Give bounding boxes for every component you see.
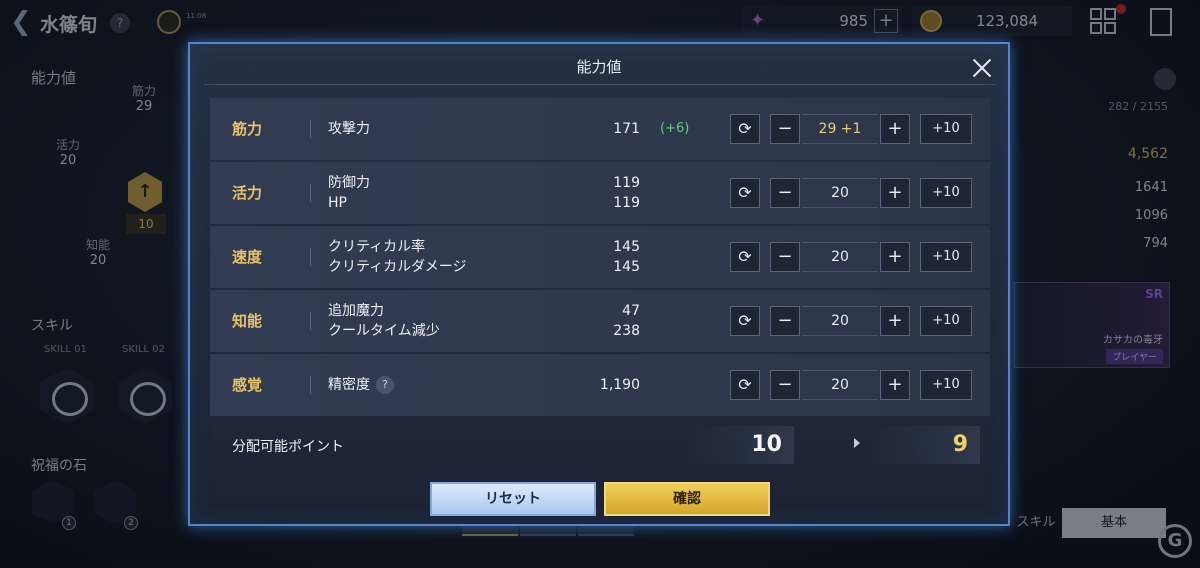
attribute-values: 119 119 xyxy=(613,175,640,211)
allocated-points: 29 +1 xyxy=(802,114,878,144)
attribute-values: 171 xyxy=(613,121,640,137)
divider xyxy=(310,312,311,330)
stat-name: 感覚 xyxy=(232,376,263,394)
increase-10-button[interactable]: +10 xyxy=(920,114,972,144)
divider xyxy=(310,184,311,202)
stat-row-vitality: 活力 防御力 HP 119 119 ⟳ − 20 + +10 xyxy=(210,162,990,224)
divider xyxy=(310,120,311,138)
increase-10-button[interactable]: +10 xyxy=(920,370,972,400)
ability-modal: 能力値 筋力 攻撃力 171 (+6) ⟳ − 29 +1 + +10 活力 防… xyxy=(188,42,1010,526)
points-label: 分配可能ポイント xyxy=(232,439,344,455)
decrease-button[interactable]: − xyxy=(770,242,800,272)
attribute-names: 追加魔力 クールタイム減少 xyxy=(328,303,440,339)
stat-row-strength: 筋力 攻撃力 171 (+6) ⟳ − 29 +1 + +10 xyxy=(210,98,990,160)
stat-row-perception: 感覚 精密度? 1,190 ⟳ − 20 + +10 xyxy=(210,354,990,416)
stat-name: 活力 xyxy=(232,184,263,202)
increase-button[interactable]: + xyxy=(880,114,910,144)
attribute-values: 47 238 xyxy=(613,303,640,339)
reset-button[interactable]: リセット xyxy=(430,482,596,516)
allocated-points: 20 xyxy=(802,306,878,336)
stat-row-intelligence: 知能 追加魔力 クールタイム減少 47 238 ⟳ − 20 + +10 xyxy=(210,290,990,352)
increase-10-button[interactable]: +10 xyxy=(920,306,972,336)
close-icon[interactable] xyxy=(968,54,996,82)
reset-row-icon[interactable]: ⟳ xyxy=(730,242,760,272)
points-after: 9 xyxy=(870,426,980,464)
increase-10-button[interactable]: +10 xyxy=(920,242,972,272)
allocated-points: 20 xyxy=(802,242,878,272)
increase-button[interactable]: + xyxy=(880,178,910,208)
decrease-button[interactable]: − xyxy=(770,306,800,336)
attribute-values: 1,190 xyxy=(599,377,640,393)
stat-name: 筋力 xyxy=(232,120,263,138)
stat-name: 速度 xyxy=(232,248,263,266)
increase-button[interactable]: + xyxy=(880,306,910,336)
allocated-points: 20 xyxy=(802,178,878,208)
divider xyxy=(310,376,311,394)
modal-title: 能力値 xyxy=(576,58,622,76)
divider xyxy=(310,248,311,266)
stat-row-speed: 速度 クリティカル率 クリティカルダメージ 145 145 ⟳ − 20 + +10 xyxy=(210,226,990,288)
stat-rows: 筋力 攻撃力 171 (+6) ⟳ − 29 +1 + +10 活力 防御力 HP… xyxy=(210,98,990,418)
attribute-names: 防御力 HP xyxy=(328,175,370,211)
points-current: 10 xyxy=(690,426,794,464)
stat-name: 知能 xyxy=(232,312,263,330)
distributable-points-row: 分配可能ポイント 10 9 xyxy=(210,426,990,468)
attribute-names: 攻撃力 xyxy=(328,121,370,137)
reset-row-icon[interactable]: ⟳ xyxy=(730,178,760,208)
increase-button[interactable]: + xyxy=(880,370,910,400)
bonus-value: (+6) xyxy=(660,121,690,136)
decrease-button[interactable]: − xyxy=(770,370,800,400)
title-divider xyxy=(204,84,996,85)
attribute-values: 145 145 xyxy=(613,239,640,275)
reset-row-icon[interactable]: ⟳ xyxy=(730,306,760,336)
reset-row-icon[interactable]: ⟳ xyxy=(730,370,760,400)
reset-row-icon[interactable]: ⟳ xyxy=(730,114,760,144)
confirm-button[interactable]: 確認 xyxy=(604,482,770,516)
help-icon[interactable]: ? xyxy=(376,376,394,394)
decrease-button[interactable]: − xyxy=(770,178,800,208)
decrease-button[interactable]: − xyxy=(770,114,800,144)
allocated-points: 20 xyxy=(802,370,878,400)
attribute-names: クリティカル率 クリティカルダメージ xyxy=(328,239,467,275)
attribute-names: 精密度? xyxy=(328,354,394,416)
increase-button[interactable]: + xyxy=(880,242,910,272)
arrow-right-icon xyxy=(854,438,860,448)
increase-10-button[interactable]: +10 xyxy=(920,178,972,208)
